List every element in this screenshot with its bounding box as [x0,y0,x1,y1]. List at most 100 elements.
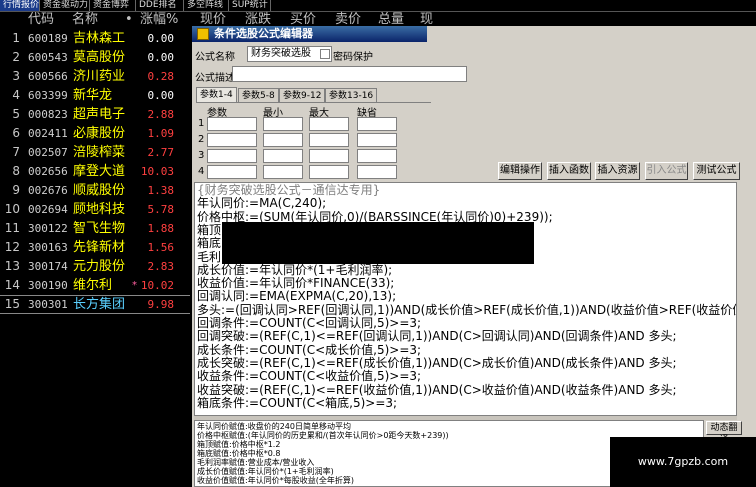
stock-row[interactable]: 6 002411 必康股份 1.09 [0,124,190,143]
stock-row[interactable]: 4 603399 新华龙 0.00 [0,86,190,105]
stock-row[interactable]: 15 300301 长方集团 9.98 [0,295,190,314]
change-percent: 10.03 [140,165,174,178]
stock-row[interactable]: 11 300122 智飞生物 1.88 [0,219,190,238]
top-tab[interactable]: DDE排名 [136,0,184,11]
code-line: 成长价值:=年认同价*(1+毛利润率); [197,262,393,277]
param-cell[interactable] [263,149,303,163]
column-header[interactable]: • [125,12,133,28]
param-cell[interactable] [309,165,349,179]
import-formula-button[interactable]: 引入公式 [645,162,688,180]
column-header[interactable]: 名称 [72,12,98,28]
param-cell[interactable] [263,165,303,179]
param-cell[interactable] [309,133,349,147]
stock-row[interactable]: 9 002676 顺威股份 1.38 [0,181,190,200]
stock-code: 002656 [28,165,68,178]
row-index: 7 [12,145,20,159]
stock-code: 600566 [28,70,68,83]
stock-name: 济川药业 [73,69,126,84]
stock-name: 超声电子 [73,107,126,122]
formula-code-editor[interactable]: {财务突破选股公式－通信达专用} 年认同价:=MA(C,240); 价格中枢:=(S… [194,182,737,416]
top-tab[interactable]: 多空阵线 [184,0,229,11]
param-cell[interactable] [309,149,349,163]
stock-row[interactable]: 5 000823 超声电子 2.88 [0,105,190,124]
stock-name: 必康股份 [73,126,126,141]
stock-name: 吉林森工 [73,31,126,46]
code-line: 年认同价:=MA(C,240); [197,196,327,211]
stock-row[interactable]: 1 600189 吉林森工 0.00 [0,29,190,48]
test-formula-button[interactable]: 测试公式 [693,162,740,180]
change-percent: 1.38 [147,184,175,197]
param-cell[interactable] [207,165,257,179]
top-tab[interactable]: 行情报价 [0,0,40,11]
stock-row[interactable]: 3 600566 济川药业 0.28 [0,67,190,86]
stock-name: 维尔利 [73,278,113,293]
stock-code: 300122 [28,222,68,235]
insert-function-button[interactable]: 插入函数 [547,162,591,180]
checkbox-icon[interactable] [320,49,330,59]
stock-row[interactable]: 8 002656 摩登大道 10.03 [0,162,190,181]
code-line: {财务突破选股公式－通信达专用} [197,183,381,197]
param-cell[interactable] [263,117,303,131]
param-cell[interactable] [357,149,397,163]
tab-params-1-4[interactable]: 参数1-4 [196,87,237,103]
row-index: 10 [4,202,20,216]
code-line: 箱底条件:=COUNT(C<箱底,5)>=3; [197,395,398,410]
dynamic-translate-button[interactable]: 动态翻译 [706,421,742,445]
formula-desc-input[interactable] [232,66,467,82]
translation-line: 箱底赋值:价格中枢*0.8 [197,449,281,458]
param-cell[interactable] [357,117,397,131]
top-tab[interactable]: 资金驱动力 [40,0,90,11]
code-line: 毛利 [197,249,222,264]
change-percent: 2.88 [147,108,175,121]
tab-params-9-12[interactable]: 参数9-12 [279,88,326,103]
stock-row[interactable]: 7 002507 涪陵榨菜 2.77 [0,143,190,162]
column-header[interactable]: 代码 [28,12,54,28]
code-line: 回调认同:=EMA(EXPMA(C,20),13); [197,289,397,304]
change-percent: 0.00 [147,32,175,45]
row-index: 8 [12,164,20,178]
change-percent: 0.00 [147,51,175,64]
tab-params-5-8[interactable]: 参数5-8 [238,88,279,103]
stock-row[interactable]: 13 300174 元力股份 2.83 [0,257,190,276]
stock-code: 002694 [28,203,68,216]
code-line: 箱顶 [197,222,222,237]
stock-row[interactable]: 10 002694 顾地科技 5.78 [0,200,190,219]
app-icon [197,28,209,40]
stock-row[interactable]: 2 600543 莫高股份 0.00 [0,48,190,67]
param-cell[interactable] [309,117,349,131]
param-cell[interactable] [207,133,257,147]
tab-params-13-16[interactable]: 参数13-16 [325,88,378,103]
stock-code: 600189 [28,32,68,45]
param-cell[interactable] [207,117,257,131]
code-line: 回调突破:=(REF(C,1)<=REF(回调认同,1))AND(C>回调认同)… [197,329,677,344]
code-line: 多头:=(回调认同>REF(回调认同,1))AND(成长价值>REF(成长价值,… [197,302,737,317]
stock-name: 涪陵榨菜 [73,145,126,160]
param-row-number: 1 [198,118,205,129]
param-cell[interactable] [207,149,257,163]
stock-name: 新华龙 [73,88,113,103]
stock-row[interactable]: 12 300163 先锋新材 1.56 [0,238,190,257]
top-tab[interactable]: 资金博弈 [90,0,136,11]
stock-row[interactable]: 14 300190 维尔利 * 10.02 [0,276,190,295]
param-cell[interactable] [357,165,397,179]
column-header[interactable]: 涨幅% [140,12,178,28]
change-percent: 5.78 [147,203,175,216]
edit-ops-button[interactable]: 编辑操作 [498,162,542,180]
param-row-number: 4 [198,166,205,177]
translation-line: 价格中枢赋值:(年认同价的历史累和/(首次年认同价>0距今天数+239)) [197,431,449,440]
insert-resource-button[interactable]: 插入资源 [595,162,640,180]
top-tab-strip: 行情报价 资金驱动力 资金博弈 DDE排名 多空阵线 SUP统计 [0,0,756,12]
stock-code: 002411 [28,127,68,140]
password-protect-label: 密码保护 [333,52,373,63]
top-tab[interactable]: SUP统计 [229,0,271,11]
stock-code: 600543 [28,51,68,64]
code-line: 成长条件:=COUNT(C<成长价值,5)>=3; [197,342,422,357]
dialog-title-bar[interactable]: 条件选股公式编辑器 [192,26,427,42]
translation-line: 毛利润率赋值:营业成本/营业收入 [197,458,315,467]
row-index: 2 [12,50,20,64]
row-index: 12 [4,240,20,254]
param-cell[interactable] [357,133,397,147]
change-percent: 1.88 [147,222,175,235]
change-percent: 9.98 [147,298,175,311]
param-cell[interactable] [263,133,303,147]
